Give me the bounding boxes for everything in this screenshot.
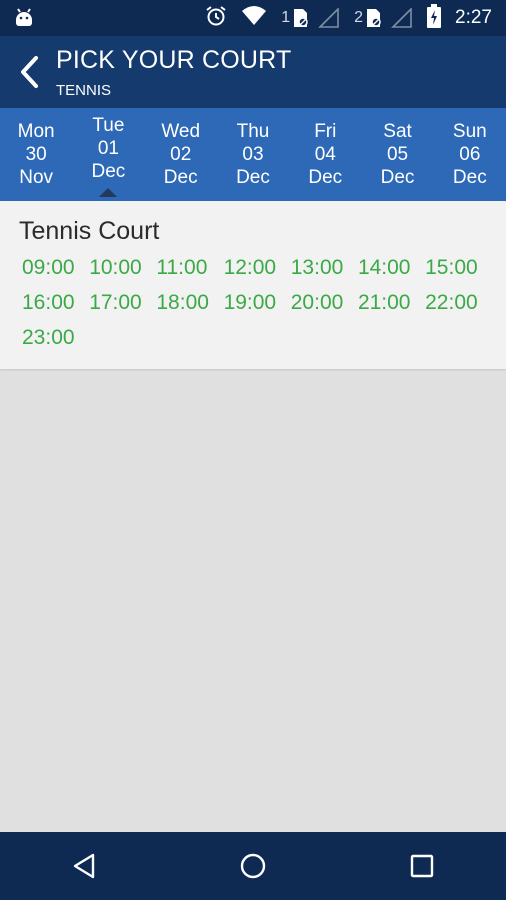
time-slot[interactable]: 09:00 [22, 255, 89, 280]
nav-back-triangle-icon [74, 853, 95, 879]
time-slot[interactable]: 19:00 [224, 290, 291, 315]
battery-charging-icon [427, 3, 442, 33]
date-month: Dec [308, 167, 343, 188]
time-slot[interactable]: 15:00 [425, 255, 492, 280]
signal-icon [318, 8, 339, 28]
sim1-indicator: 1 [281, 8, 340, 28]
date-day: 01 [97, 138, 119, 159]
date-month: Dec [163, 167, 198, 188]
time-slot[interactable]: 11:00 [156, 255, 223, 280]
time-slot[interactable]: 21:00 [358, 290, 425, 315]
time-slot[interactable]: 14:00 [358, 255, 425, 280]
wifi-icon [241, 5, 267, 31]
date-day: 30 [25, 144, 47, 165]
date-month: Nov [19, 167, 54, 188]
sim2-label: 2 [354, 9, 364, 26]
court-card: Tennis Court 09:00 10:00 11:00 12:00 13:… [0, 201, 506, 369]
date-month: Dec [236, 167, 270, 188]
date-month: Dec [91, 161, 126, 182]
page-title: PICK YOUR COURT [56, 46, 292, 74]
nav-back-button[interactable] [54, 836, 114, 896]
date-tab-6[interactable]: Sun 06 Dec [434, 108, 506, 201]
nav-home-circle-icon [240, 853, 266, 879]
nav-home-button[interactable] [223, 836, 283, 896]
android-debug-icon [14, 6, 34, 35]
status-time: 2:27 [455, 7, 492, 28]
date-selector: Mon 30 Nov Tue 01 Dec Wed 02 Dec Thu 03 … [0, 108, 506, 201]
time-slot[interactable]: 17:00 [89, 290, 156, 315]
date-day: 04 [314, 144, 336, 165]
date-weekday: Fri [314, 121, 337, 142]
date-weekday: Thu [236, 121, 270, 142]
date-weekday: Wed [161, 121, 201, 142]
date-month: Dec [452, 167, 487, 188]
page-subtitle: TENNIS [56, 82, 112, 99]
time-slot[interactable]: 10:00 [89, 255, 156, 280]
date-weekday: Tue [92, 115, 125, 136]
time-slot[interactable]: 20:00 [291, 290, 358, 315]
nav-recents-square-icon [410, 854, 433, 878]
date-day: 02 [170, 144, 192, 165]
app-header: PICK YOUR COURT TENNIS [0, 36, 506, 108]
date-weekday: Mon [17, 121, 55, 142]
date-tab-5[interactable]: Sat 05 Dec [361, 108, 433, 201]
date-tab-4[interactable]: Fri 04 Dec [289, 108, 361, 201]
system-nav-bar [0, 832, 506, 900]
time-slot[interactable]: 22:00 [425, 290, 492, 315]
sim-card-icon [294, 9, 308, 27]
date-day: 06 [459, 144, 481, 165]
court-name: Tennis Court [19, 217, 160, 245]
selected-caret-icon [99, 188, 118, 197]
date-weekday: Sat [383, 121, 412, 142]
sim1-label: 1 [281, 9, 291, 26]
date-month: Dec [380, 167, 415, 188]
time-slot[interactable]: 12:00 [224, 255, 291, 280]
date-tab-2[interactable]: Wed 02 Dec [145, 108, 217, 201]
back-button[interactable] [12, 52, 46, 92]
date-tab-3[interactable]: Thu 03 Dec [217, 108, 289, 201]
date-day: 03 [242, 144, 264, 165]
status-bar: 1 2 2:27 [0, 0, 506, 36]
alarm-icon [205, 5, 227, 32]
date-tab-0[interactable]: Mon 30 Nov [0, 108, 72, 201]
signal-icon [391, 8, 412, 28]
date-weekday: Sun [452, 121, 487, 142]
time-slot[interactable]: 13:00 [291, 255, 358, 280]
nav-recents-button[interactable] [392, 836, 452, 896]
sim-card-icon [367, 9, 381, 27]
time-slot[interactable]: 23:00 [22, 325, 89, 350]
time-slot-grid: 09:00 10:00 11:00 12:00 13:00 14:00 15:0… [22, 255, 492, 350]
time-slot[interactable]: 18:00 [156, 290, 223, 315]
date-tab-1[interactable]: Tue 01 Dec [72, 108, 144, 201]
sim2-indicator: 2 [354, 8, 413, 28]
time-slot[interactable]: 16:00 [22, 290, 89, 315]
chevron-left-icon [21, 56, 38, 88]
date-day: 05 [386, 144, 409, 165]
